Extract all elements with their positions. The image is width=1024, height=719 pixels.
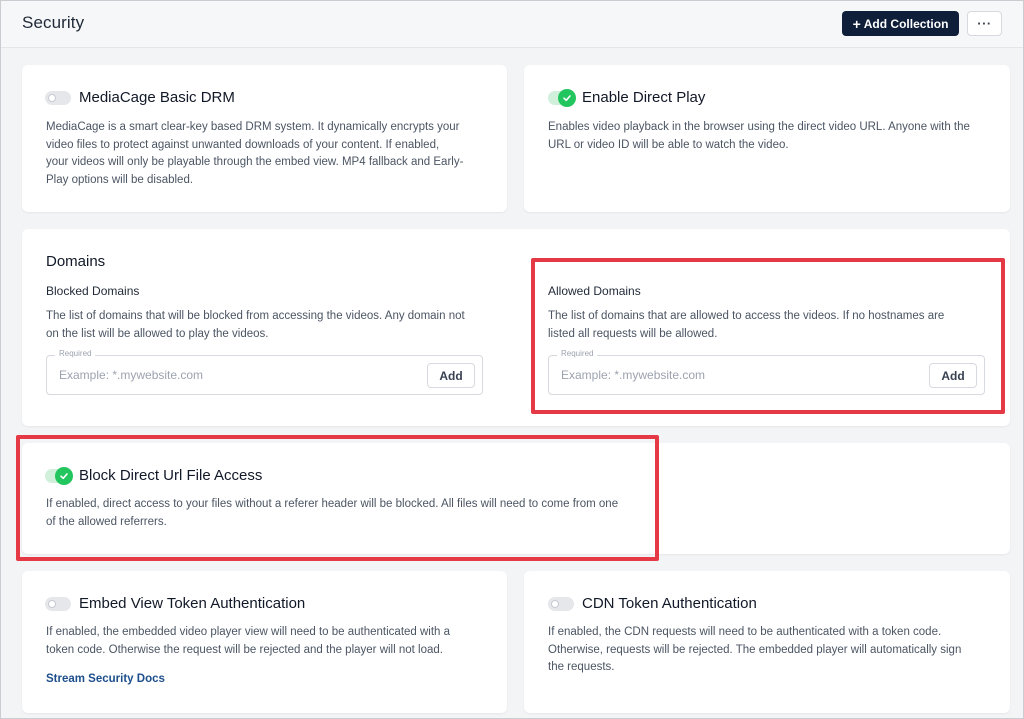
page-title: Security	[22, 13, 85, 32]
add-collection-label: Add Collection	[863, 16, 949, 31]
description-line: URL or video ID will be able to watch th…	[548, 138, 789, 151]
blocked-domain-input[interactable]: Required Example: *.mywebsite.com Add	[46, 349, 483, 395]
description-line: of the allowed referrers.	[46, 515, 167, 528]
toggle-knob	[48, 93, 56, 102]
cdn-token-toggle[interactable]	[548, 596, 574, 611]
blocked-domains-title: Blocked Domains	[46, 284, 140, 298]
description-line: If enabled, the CDN requests will need t…	[548, 626, 942, 638]
more-options-button[interactable]: ···	[967, 11, 1002, 36]
add-allowed-domain-button[interactable]: Add	[929, 363, 977, 388]
toggle-knob	[551, 599, 559, 608]
description-line: Enables video playback in the browser us…	[548, 121, 970, 133]
cdn-token-title: CDN Token Authentication	[582, 595, 757, 612]
description-line: Otherwise, requests will be rejected. Th…	[548, 643, 962, 656]
allowed-domains-title: Allowed Domains	[548, 284, 641, 298]
description-line: If enabled, direct access to your files …	[46, 498, 619, 510]
drm-title: MediaCage Basic DRM	[79, 89, 235, 106]
drm-toggle[interactable]	[45, 90, 71, 105]
description-line: The list of domains that are allowed to …	[548, 310, 945, 322]
description-line: on the list will be allowed to play the …	[46, 327, 269, 340]
description-line: The list of domains that will be blocked…	[46, 310, 465, 322]
block-direct-card: Block Direct Url File Access If enabled,…	[22, 443, 1010, 554]
allowed-domain-placeholder: Example: *.mywebsite.com	[561, 368, 706, 382]
direct-play-description: Enables video playback in the browser us…	[548, 119, 998, 154]
cdn-token-card: CDN Token Authentication If enabled, the…	[524, 571, 1010, 713]
plus-icon: +	[852, 15, 861, 32]
description-line: If enabled, the embedded video player vi…	[46, 626, 451, 638]
direct-play-card: Enable Direct Play Enables video playbac…	[524, 65, 1010, 212]
allowed-domain-input[interactable]: Required Example: *.mywebsite.com Add	[548, 349, 985, 395]
embed-token-toggle[interactable]	[45, 596, 71, 611]
add-collection-button[interactable]: + Add Collection	[842, 11, 959, 36]
page-header: Security + Add Collection ···	[1, 1, 1023, 48]
check-icon	[55, 466, 73, 485]
drm-description: MediaCage is a smart clear-key based DRM…	[46, 119, 496, 189]
description-line: the requests.	[548, 661, 615, 673]
toggle-knob	[48, 599, 56, 608]
embed-token-description: If enabled, the embedded video player vi…	[46, 624, 496, 659]
description-line: token code. Otherwise the request will b…	[46, 643, 443, 656]
ellipsis-icon: ···	[977, 16, 992, 31]
page-frame: Security + Add Collection ··· MediaCage …	[0, 0, 1024, 719]
description-line: MediaCage is a smart clear-key based DRM…	[46, 121, 460, 133]
stream-security-docs-link[interactable]: Stream Security Docs	[46, 673, 165, 685]
domains-title: Domains	[46, 253, 106, 270]
direct-play-title: Enable Direct Play	[582, 89, 706, 106]
description-line: Play options will be disabled.	[46, 173, 194, 186]
block-direct-title: Block Direct Url File Access	[79, 467, 263, 484]
input-required-label: Required	[557, 349, 598, 358]
description-line: video files to protect against unwanted …	[46, 138, 440, 151]
blocked-domain-placeholder: Example: *.mywebsite.com	[59, 368, 204, 382]
drm-card: MediaCage Basic DRM MediaCage is a smart…	[22, 65, 507, 212]
blocked-domains-description: The list of domains that will be blocked…	[46, 308, 496, 343]
check-icon	[558, 88, 576, 107]
domains-card: Domains Blocked Domains The list of doma…	[22, 229, 1010, 426]
direct-play-toggle[interactable]	[548, 88, 576, 107]
description-line: listed all requests will be allowed.	[548, 327, 718, 340]
block-direct-toggle[interactable]	[45, 466, 73, 485]
embed-token-title: Embed View Token Authentication	[79, 595, 306, 612]
embed-token-card: Embed View Token Authentication If enabl…	[22, 571, 507, 713]
input-required-label: Required	[55, 349, 96, 358]
cdn-token-description: If enabled, the CDN requests will need t…	[548, 624, 998, 677]
block-direct-description: If enabled, direct access to your files …	[46, 496, 656, 531]
description-line: your videos will only be playable throug…	[46, 156, 464, 168]
add-blocked-domain-button[interactable]: Add	[427, 363, 475, 388]
allowed-domains-description: The list of domains that are allowed to …	[548, 308, 998, 343]
